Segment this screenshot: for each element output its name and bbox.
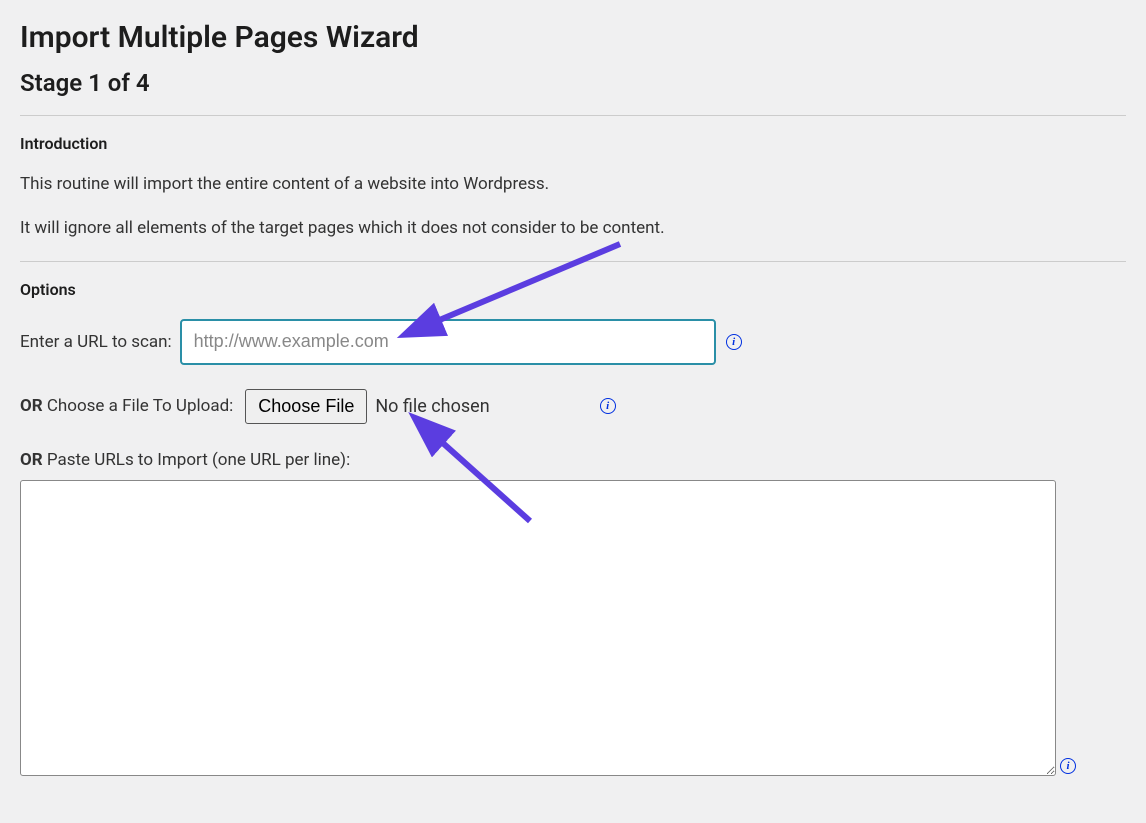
file-status-text: No file chosen — [375, 396, 489, 417]
divider — [20, 115, 1126, 116]
page-title: Import Multiple Pages Wizard — [20, 20, 1126, 55]
or-text: OR — [20, 450, 43, 470]
info-icon[interactable]: i — [600, 398, 616, 414]
introduction-text-1: This routine will import the entire cont… — [20, 173, 1126, 197]
choose-file-button[interactable]: Choose File — [245, 389, 367, 424]
introduction-text-2: It will ignore all elements of the targe… — [20, 217, 1126, 241]
paste-urls-row: OR Paste URLs to Import (one URL per lin… — [20, 450, 1126, 776]
file-label: OR Choose a File To Upload: — [20, 396, 233, 416]
url-label: Enter a URL to scan: — [20, 332, 172, 352]
options-heading: Options — [20, 280, 1126, 299]
divider — [20, 261, 1126, 262]
url-input[interactable] — [180, 319, 716, 365]
url-row: Enter a URL to scan: i — [20, 319, 1126, 365]
or-text: OR — [20, 396, 43, 416]
info-icon[interactable]: i — [1060, 758, 1076, 774]
introduction-heading: Introduction — [20, 134, 1126, 153]
stage-heading: Stage 1 of 4 — [20, 69, 1126, 97]
info-icon[interactable]: i — [726, 334, 742, 350]
paste-urls-textarea[interactable] — [20, 480, 1056, 776]
file-row: OR Choose a File To Upload: Choose File … — [20, 389, 1126, 424]
paste-urls-label: OR Paste URLs to Import (one URL per lin… — [20, 450, 1118, 470]
